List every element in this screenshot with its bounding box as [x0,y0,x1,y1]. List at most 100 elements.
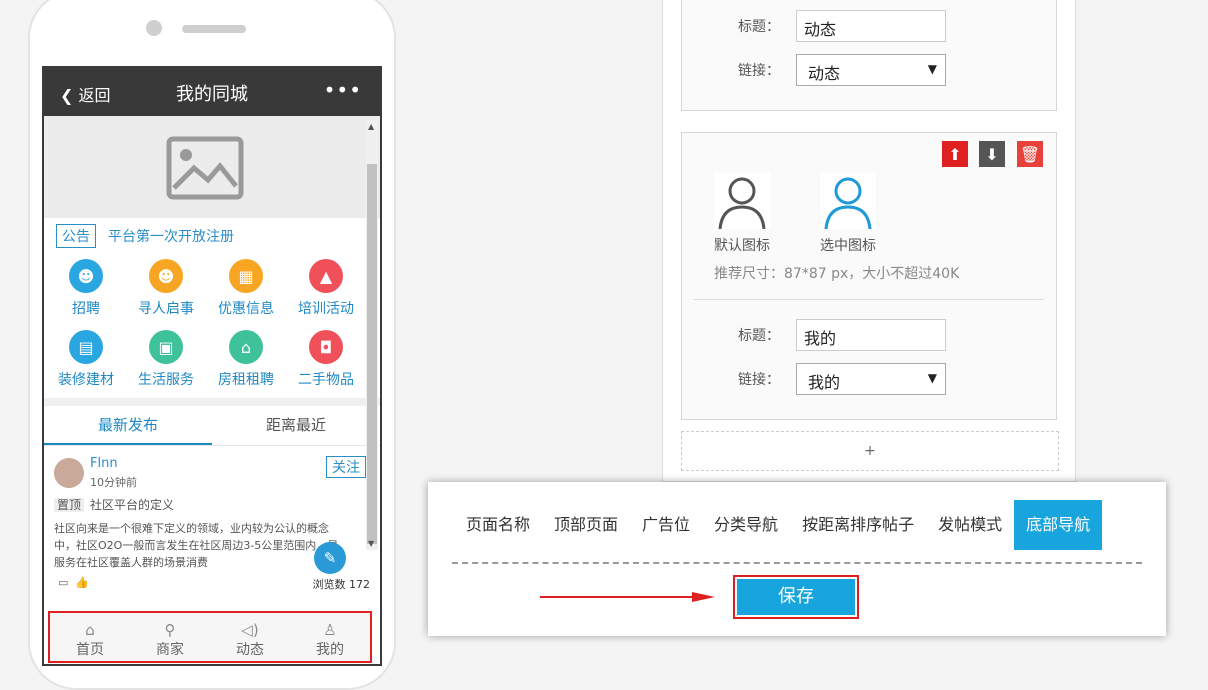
person-icon: ☻ [69,259,103,293]
home-icon: ⌂ [85,621,95,639]
tab-category-nav[interactable]: 分类导航 [702,500,790,550]
link-select-value: 动态 [808,64,841,83]
category-item[interactable]: ☻ 招聘 [46,256,126,327]
nav-item-card: 标题： 动态 链接： 动态 ▼ [681,0,1057,111]
category-item[interactable]: ▣ 生活服务 [126,327,206,398]
tab-top-page[interactable]: 顶部页面 [542,500,630,550]
shopping-bag-icon: ◘ [309,330,343,364]
caret-down-icon: ▼ [927,371,937,385]
title-row: 标题： 动态 [738,10,946,42]
bottom-nav-mine[interactable]: ♙ 我的 [290,613,370,661]
icon-size-hint: 推荐尺寸：87*87 px，大小不超过40K [714,266,960,282]
selected-icon-label: 选中图标 [820,238,876,254]
delete-icon[interactable]: 🗑 [1017,141,1043,167]
post-card[interactable]: Flnn 10分钟前 关注 置顶 社区平台的定义 社区向来是一个很难下定义的领域，… [44,446,380,596]
title-label: 标题： [738,19,780,35]
post-actions: ▭ 👍 [58,576,89,589]
save-button[interactable]: 保存 [733,575,859,619]
tab-post-mode[interactable]: 发帖模式 [926,500,1014,550]
bottom-nav-shops[interactable]: ⚲ 商家 [130,613,210,661]
title-input[interactable]: 我的 [796,319,946,351]
bottom-nav-label: 动态 [236,642,264,658]
bag-icon: ▣ [149,330,183,364]
more-icon[interactable]: ••• [324,78,362,102]
house-icon: ⌂ [229,330,263,364]
link-select-value: 我的 [808,373,841,392]
title-label: 标题： [738,328,780,344]
title-row: 标题： 我的 [738,319,946,351]
settings-tabs: 页面名称 顶部页面 广告位 分类导航 按距离排序帖子 发帖模式 底部导航 [454,500,1103,550]
bottom-nav-bar: ⌂ 首页 ⚲ 商家 ◁) 动态 ♙ 我的 [48,611,372,663]
move-down-icon[interactable]: ⬇ [979,141,1005,167]
basket-icon: ▤ [69,330,103,364]
follow-button[interactable]: 关注 [326,456,366,478]
phone-camera [146,20,162,36]
bottom-nav-home[interactable]: ⌂ 首页 [50,613,130,661]
location-pin-icon: ⚲ [164,621,176,639]
category-item[interactable]: ▦ 优惠信息 [206,256,286,327]
scroll-up-icon[interactable]: ▲ [368,122,374,131]
pointer-arrow-icon [540,592,715,602]
title-input[interactable]: 动态 [796,10,946,42]
bottom-nav-feed[interactable]: ◁) 动态 [210,613,290,661]
top-badge: 置顶 [54,498,85,512]
settings-toolbar: 页面名称 顶部页面 广告位 分类导航 按距离排序帖子 发帖模式 底部导航 保存 [428,482,1166,636]
post-username: Flnn [90,456,118,471]
bottom-nav-label: 商家 [156,642,184,658]
category-label: 培训活动 [298,301,354,317]
divider [694,299,1044,300]
category-item[interactable]: ▲ 培训活动 [286,256,366,327]
phone-titlebar: ❮ 返回 我的同城 ••• [44,68,380,116]
category-label: 房租租聘 [218,372,274,388]
category-label: 二手物品 [298,372,354,388]
tab-latest[interactable]: 最新发布 [44,406,212,445]
selected-user-icon [820,173,876,230]
tab-bottom-nav[interactable]: 底部导航 [1014,500,1103,550]
dashed-divider [452,562,1142,564]
phone-screen: ❮ 返回 我的同城 ••• 公告 平台第一次开放注册 ☻ 招聘 ☻ 寻人启事 ▦ 优惠… [42,66,382,666]
banner-placeholder [44,116,380,218]
notice-tag: 公告 [56,224,96,248]
link-row: 链接： 我的 ▼ [738,363,946,395]
post-time: 10分钟前 [90,476,137,489]
scrollbar-thumb[interactable] [367,164,377,544]
bottom-nav-label: 我的 [316,642,344,658]
tab-ad-slot[interactable]: 广告位 [630,500,702,550]
caret-down-icon: ▼ [927,62,937,76]
category-grid: ☻ 招聘 ☻ 寻人启事 ▦ 优惠信息 ▲ 培训活动 ▤ 装修建材 ▣ 生活服务 ⌂ 房租租聘 … [44,256,380,398]
edit-icon[interactable]: ✎ [314,542,346,574]
tab-page-name[interactable]: 页面名称 [454,500,542,550]
phone-mockup: ❮ 返回 我的同城 ••• 公告 平台第一次开放注册 ☻ 招聘 ☻ 寻人启事 ▦ 优惠… [28,0,396,690]
link-select[interactable]: 动态 ▼ [796,54,946,86]
comment-icon[interactable]: ▭ [58,576,68,589]
graduation-cap-icon: ▲ [309,259,343,293]
move-up-icon[interactable]: ⬆ [942,141,968,167]
link-label: 链接： [738,372,780,388]
scroll-down-icon[interactable]: ▼ [368,539,374,548]
post-body: 社区向来是一个很难下定义的领域，业内较为公认的概念中，社区O2O一般而言发生在社… [54,522,339,569]
tab-distance-sort[interactable]: 按距离排序帖子 [790,500,926,550]
avatar [54,458,84,488]
default-icon-label: 默认图标 [714,238,770,254]
category-item[interactable]: ◘ 二手物品 [286,327,366,398]
user-icon: ☻ [149,259,183,293]
selected-icon-upload[interactable]: 选中图标 [818,173,878,255]
phone-speaker [182,25,246,33]
category-label: 优惠信息 [218,301,274,317]
link-row: 链接： 动态 ▼ [738,54,946,86]
speaker-icon: ◁) [241,621,259,639]
link-select[interactable]: 我的 ▼ [796,363,946,395]
default-icon-upload[interactable]: 默认图标 [712,173,772,255]
scrollbar[interactable]: ▲ ▼ [366,120,378,550]
bottom-nav-editor-panel: 标题： 动态 链接： 动态 ▼ ⬆ ⬇ 🗑 默认图标 选中图标 推荐尺寸：87*8… [662,0,1076,482]
category-item[interactable]: ▤ 装修建材 [46,327,126,398]
category-item[interactable]: ⌂ 房租租聘 [206,327,286,398]
add-nav-item-button[interactable]: + [681,431,1059,471]
category-label: 招聘 [72,301,100,317]
like-icon[interactable]: 👍 [75,576,89,589]
notice-bar[interactable]: 公告 平台第一次开放注册 [44,218,380,254]
tab-nearest[interactable]: 距离最近 [212,406,380,445]
default-user-icon [714,173,770,230]
category-item[interactable]: ☻ 寻人启事 [126,256,206,327]
gift-icon: ▦ [229,259,263,293]
